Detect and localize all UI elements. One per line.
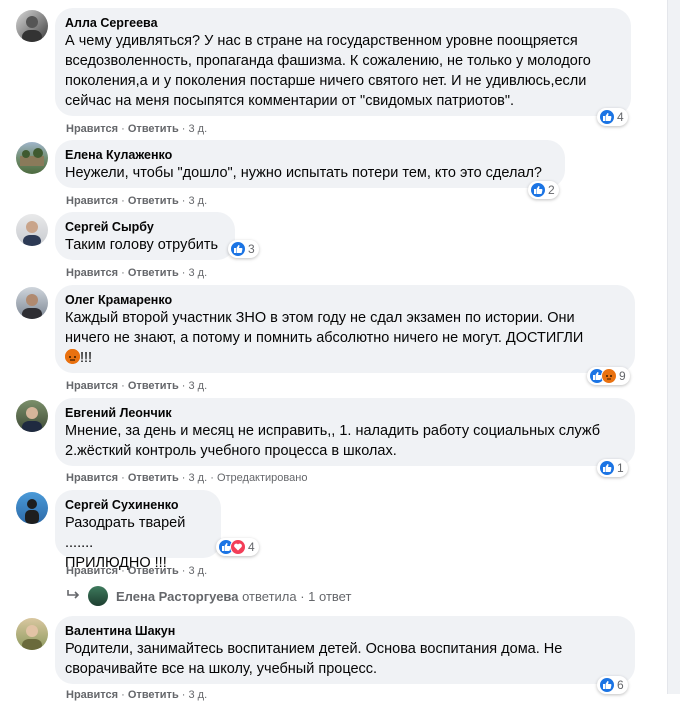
reply-author: Елена Расторгуева	[116, 588, 239, 604]
angry-emoji-icon	[65, 349, 80, 364]
comment-bubble: Елена Кулаженко Неужели, чтобы "дошло", …	[55, 140, 565, 188]
reply-arrow-icon	[66, 589, 80, 604]
like-link[interactable]: Нравится	[66, 195, 118, 207]
reply-link[interactable]: Ответить	[128, 472, 179, 484]
like-link[interactable]: Нравится	[66, 123, 118, 135]
comment-text: Таким голову отрубить	[65, 237, 219, 253]
comment-actions: Нравится · Ответить · 3 д.	[66, 380, 208, 392]
avatar[interactable]	[16, 287, 48, 319]
comment-actions: Нравится · Ответить · 3 д.	[66, 267, 208, 279]
comment-actions: Нравится · Ответить · 3 д.	[66, 195, 208, 207]
reaction-count[interactable]: 4	[597, 108, 628, 126]
reaction-count[interactable]: 9	[587, 367, 630, 385]
comment-time[interactable]: 3 д.	[189, 123, 208, 135]
comment-text: А чему удивляться? У нас в стране на гос…	[65, 33, 591, 109]
comment-text: Каждый второй участник ЗНО в этом году н…	[65, 308, 623, 368]
comment-bubble: Валентина Шакун Родители, занимайтесь во…	[55, 616, 635, 684]
comment-bubble: Сергей Сухиненко Разодрать тварей ......…	[55, 490, 221, 571]
comment-text-end: !!!	[80, 350, 93, 366]
comment-time[interactable]: 3 д.	[189, 565, 208, 577]
avatar[interactable]	[16, 10, 48, 42]
comment-author[interactable]: Сергей Сырбу	[65, 219, 223, 235]
comment-text: Неужели, чтобы "дошло", нужно испытать п…	[65, 165, 542, 181]
thumbs-up-icon	[530, 182, 546, 198]
comment-author[interactable]: Алла Сергеева	[65, 15, 619, 31]
like-link[interactable]: Нравится	[66, 689, 118, 701]
reaction-count[interactable]: 6	[597, 676, 628, 694]
reply-link[interactable]: Ответить	[128, 380, 179, 392]
comment-bubble: Олег Крамаренко Каждый второй участник З…	[55, 285, 635, 373]
thumbs-up-icon	[599, 677, 615, 693]
reply-link[interactable]: Ответить	[128, 689, 179, 701]
reaction-number: 4	[617, 110, 624, 124]
like-link[interactable]: Нравится	[66, 565, 118, 577]
reply-link[interactable]: Ответить	[128, 267, 179, 279]
heart-icon	[230, 539, 246, 555]
reaction-count[interactable]: 2	[528, 181, 559, 199]
comment-author[interactable]: Валентина Шакун	[65, 623, 623, 639]
view-replies-link[interactable]: Елена Расторгуева ответила · 1 ответ	[66, 586, 351, 606]
reaction-number: 3	[248, 242, 255, 256]
like-link[interactable]: Нравится	[66, 380, 118, 392]
avatar[interactable]	[16, 618, 48, 650]
angry-icon	[601, 368, 617, 384]
comment-actions: Нравится · Ответить · 3 д.	[66, 565, 208, 577]
reaction-number: 1	[617, 461, 624, 475]
thumbs-up-icon	[599, 109, 615, 125]
like-link[interactable]: Нравится	[66, 472, 118, 484]
thumbs-up-icon	[230, 241, 246, 257]
comment-author[interactable]: Сергей Сухиненко	[65, 497, 209, 513]
thumbs-up-icon	[599, 460, 615, 476]
scrollbar[interactable]	[667, 0, 680, 694]
comment-time[interactable]: 3 д.	[189, 472, 208, 484]
comment-actions: Нравится · Ответить · 3 д.	[66, 123, 208, 135]
reply-action: ответила	[242, 588, 297, 604]
reaction-number: 4	[248, 540, 255, 554]
comment-author[interactable]: Елена Кулаженко	[65, 147, 553, 163]
comment-text-main: Каждый второй участник ЗНО в этом году н…	[65, 310, 584, 346]
reaction-count[interactable]: 3	[228, 240, 259, 258]
comment-text: Родители, занимайтесь воспитанием детей.…	[65, 641, 563, 677]
avatar[interactable]	[16, 214, 48, 246]
comment-time[interactable]: 3 д.	[189, 267, 208, 279]
comment-actions: Нравится · Ответить · 3 д.	[66, 689, 208, 701]
comment-time[interactable]: 3 д.	[189, 380, 208, 392]
reply-count: 1 ответ	[308, 588, 352, 604]
reply-link[interactable]: Ответить	[128, 565, 179, 577]
comment-bubble: Сергей Сырбу Таким голову отрубить	[55, 212, 235, 260]
comment-author[interactable]: Евгений Леончик	[65, 405, 623, 421]
avatar[interactable]	[16, 400, 48, 432]
avatar	[88, 586, 108, 606]
avatar[interactable]	[16, 142, 48, 174]
comment-author[interactable]: Олег Крамаренко	[65, 292, 623, 308]
reaction-number: 6	[617, 678, 624, 692]
edited-label[interactable]: Отредактировано	[217, 472, 308, 484]
comment-actions: Нравится · Ответить · 3 д. · Отредактиро…	[66, 472, 308, 484]
reaction-count[interactable]: 4	[216, 538, 259, 556]
avatar[interactable]	[16, 492, 48, 524]
reaction-count[interactable]: 1	[597, 459, 628, 477]
comment-bubble: Евгений Леончик Мнение, за день и месяц …	[55, 398, 635, 466]
like-link[interactable]: Нравится	[66, 267, 118, 279]
reply-link[interactable]: Ответить	[128, 123, 179, 135]
reply-link[interactable]: Ответить	[128, 195, 179, 207]
comment-time[interactable]: 3 д.	[189, 195, 208, 207]
reaction-number: 2	[548, 183, 555, 197]
comment-bubble: Алла Сергеева А чему удивляться? У нас в…	[55, 8, 631, 116]
comment-time[interactable]: 3 д.	[189, 689, 208, 701]
comment-text: Мнение, за день и месяц не исправить,, 1…	[65, 423, 601, 459]
reaction-number: 9	[619, 369, 626, 383]
